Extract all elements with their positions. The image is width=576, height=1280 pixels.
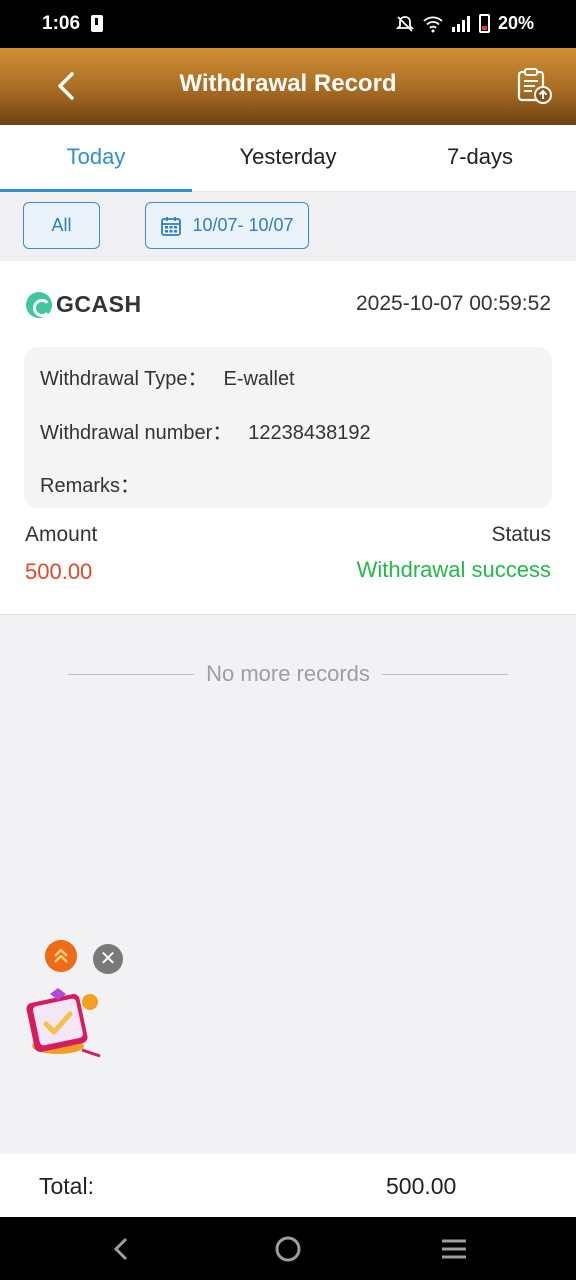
mute-bell-icon (395, 15, 415, 32)
record-details: Withdrawal Type： E-wallet Withdrawal numb… (24, 347, 552, 508)
gift-book-icon[interactable] (22, 980, 106, 1064)
status-value: Withdrawal success (356, 557, 551, 582)
withdrawal-type-value: E-wallet (223, 368, 295, 390)
divider-right (381, 673, 508, 675)
system-nav-bar (0, 1217, 576, 1280)
withdrawal-number-value: 12238438192 (248, 422, 371, 444)
no-more-records-text: No more records (206, 661, 370, 686)
withdrawal-record-card[interactable]: GCASH 2025-10-07 00:59:52 Withdrawal Typ… (0, 261, 576, 615)
status-bar: 1:06 20% (0, 0, 576, 48)
tab-today[interactable]: Today (0, 125, 192, 192)
double-chevron-up-icon[interactable] (45, 940, 77, 972)
nav-back-icon[interactable] (106, 1233, 138, 1265)
signal-icon (451, 15, 470, 32)
wifi-icon (423, 16, 443, 32)
gcash-logo-icon (26, 291, 52, 318)
nav-recents-icon[interactable] (438, 1233, 470, 1265)
filter-bar: All 10/07- 10/07 (0, 192, 576, 261)
withdrawal-number-label: Withdrawal number： (40, 422, 233, 444)
remarks-row: Remarks： (40, 469, 156, 498)
date-range-label: 10/07- 10/07 (192, 215, 294, 235)
battery-icon (478, 14, 490, 33)
total-bar: Total: 500.00 (0, 1154, 576, 1217)
tab-7-days[interactable]: 7-days (384, 125, 576, 191)
tab-yesterday[interactable]: Yesterday (192, 125, 384, 191)
clipboard-upload-icon[interactable] (514, 66, 554, 106)
battery-percent: 20% (497, 13, 534, 33)
record-datetime: 2025-10-07 00:59:52 (356, 292, 551, 315)
divider-left (68, 673, 195, 675)
amount-label: Amount (25, 523, 98, 546)
no-more-records: No more records (68, 658, 508, 690)
page-title: Withdrawal Record (179, 70, 397, 97)
date-tabs: Today Yesterday 7-days (0, 125, 576, 192)
app-header: Withdrawal Record (0, 48, 576, 125)
remarks-label: Remarks： (40, 475, 141, 497)
date-range-button[interactable]: 10/07- 10/07 (145, 202, 309, 249)
nav-home-icon[interactable] (272, 1233, 304, 1265)
amount-value: 500.00 (25, 559, 93, 584)
total-label: Total: (39, 1173, 94, 1199)
status-time: 1:06 (42, 13, 81, 34)
withdrawal-type-label: Withdrawal Type： (40, 368, 208, 390)
status-label: Status (491, 523, 551, 546)
calendar-icon (161, 216, 182, 236)
sim-icon (91, 15, 103, 32)
status-icons: 20% (395, 13, 534, 34)
total-value: 500.00 (386, 1173, 457, 1199)
close-icon[interactable]: ✕ (93, 944, 123, 974)
payment-method-name: GCASH (56, 291, 142, 317)
withdrawal-number-row: Withdrawal number： 12238438192 (40, 416, 371, 445)
filter-all-button[interactable]: All (23, 202, 100, 249)
payment-method: GCASH (26, 291, 142, 318)
withdrawal-type-row: Withdrawal Type： E-wallet (40, 362, 295, 391)
